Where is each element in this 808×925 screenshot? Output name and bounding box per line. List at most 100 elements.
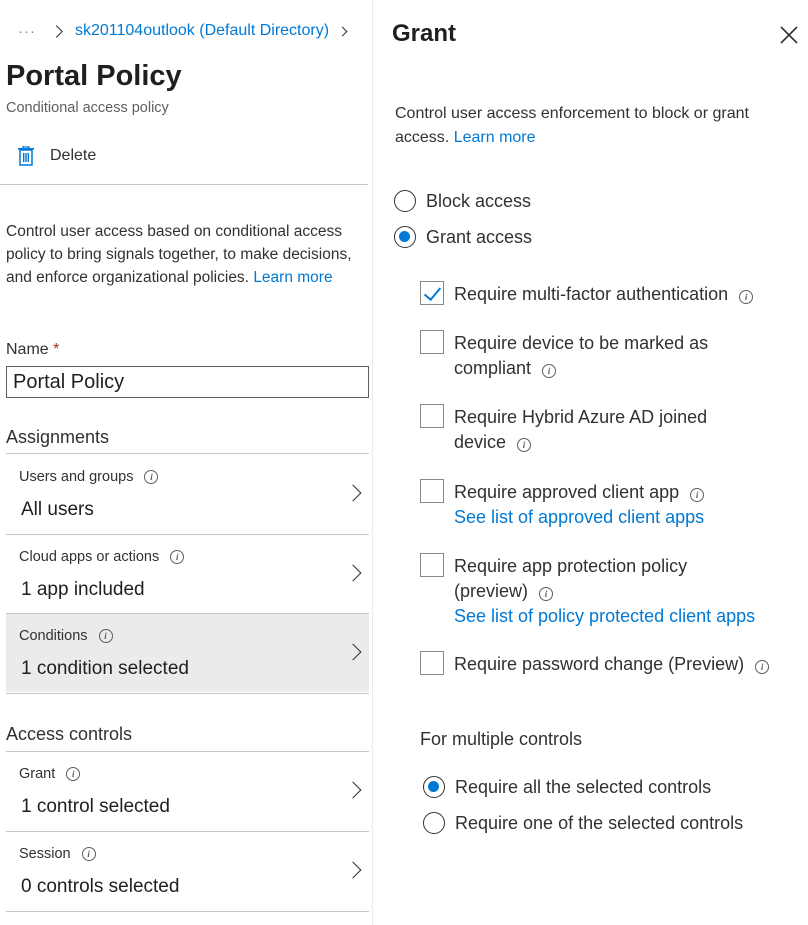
control-text: Require approved client app i See list of … xyxy=(454,480,799,530)
info-icon[interactable]: i xyxy=(690,488,705,502)
approved-client-app-checkbox[interactable] xyxy=(420,479,444,503)
control-app-protection-policy[interactable]: Require app protection policy (preview) i… xyxy=(420,553,800,629)
divider xyxy=(6,911,369,912)
control-password-change[interactable]: Require password change (Preview) i xyxy=(420,651,800,681)
approved-client-apps-link[interactable]: See list of approved client apps xyxy=(454,505,799,530)
control-text: Require password change (Preview) i xyxy=(454,652,799,677)
breadcrumb-directory-link[interactable]: sk201104outlook (Default Directory) xyxy=(75,22,329,40)
grant-access-radio[interactable] xyxy=(394,226,416,248)
trash-icon xyxy=(18,146,34,166)
compliant-device-checkbox[interactable] xyxy=(420,330,444,354)
row-label-text: Users and groups xyxy=(19,469,134,485)
grant-access-label: Grant access xyxy=(426,226,533,247)
delete-label: Delete xyxy=(50,147,97,164)
block-access-label: Block access xyxy=(426,190,532,211)
require-all-label: Require all the selected controls xyxy=(455,776,712,797)
control-hybrid-azure-ad[interactable]: Require Hybrid Azure AD joined device i xyxy=(420,404,800,456)
breadcrumb: ··· sk201104outlook (Default Directory) xyxy=(18,22,348,40)
cloud-apps-row[interactable]: Cloud apps or actions i 1 app included xyxy=(6,535,369,613)
row-label: Session i xyxy=(19,846,96,862)
divider xyxy=(6,693,369,694)
chevron-right-icon xyxy=(344,564,362,582)
info-icon[interactable]: i xyxy=(81,847,96,861)
divider xyxy=(0,184,368,185)
policy-blade: ··· sk201104outlook (Default Directory) … xyxy=(0,0,372,925)
users-and-groups-row[interactable]: Users and groups i All users xyxy=(6,455,369,533)
require-one-option[interactable]: Require one of the selected controls xyxy=(423,812,743,834)
app-protection-policy-checkbox[interactable] xyxy=(420,553,444,577)
policy-protected-apps-link[interactable]: See list of policy protected client apps xyxy=(454,604,755,629)
chevron-right-icon xyxy=(344,781,362,799)
block-access-option[interactable]: Block access xyxy=(394,190,531,212)
password-change-checkbox[interactable] xyxy=(420,651,444,675)
control-text: Require device to be marked as compliant… xyxy=(454,331,744,381)
grant-blade: Grant Control user access enforcement to… xyxy=(373,0,808,925)
row-value: 1 app included xyxy=(21,579,145,600)
control-mfa[interactable]: Require multi-factor authentication i xyxy=(420,281,800,311)
session-row[interactable]: Session i 0 controls selected xyxy=(6,832,369,910)
row-value: All users xyxy=(21,499,94,520)
block-access-radio[interactable] xyxy=(394,190,416,212)
grant-description-text: Control user access enforcement to block… xyxy=(395,105,749,146)
row-label-text: Conditions xyxy=(19,628,88,644)
row-label-text: Cloud apps or actions xyxy=(19,549,160,565)
require-one-radio[interactable] xyxy=(423,812,445,834)
row-label-text: Grant xyxy=(19,766,56,782)
name-label: Name * xyxy=(6,341,59,359)
require-all-radio[interactable] xyxy=(423,776,445,798)
control-label: Require approved client app xyxy=(454,482,680,502)
control-label: Require password change (Preview) xyxy=(454,654,745,674)
info-icon[interactable]: i xyxy=(144,470,159,484)
delete-button[interactable]: Delete xyxy=(18,146,96,166)
page-subtitle: Conditional access policy xyxy=(6,100,169,116)
row-value: 1 condition selected xyxy=(21,658,189,679)
row-label: Users and groups i xyxy=(19,469,159,485)
control-text: Require multi-factor authentication i xyxy=(454,282,799,307)
chevron-right-icon xyxy=(344,643,362,661)
row-label: Cloud apps or actions i xyxy=(19,549,185,565)
grant-access-option[interactable]: Grant access xyxy=(394,226,532,248)
chevron-right-icon xyxy=(50,24,63,38)
control-text: Require Hybrid Azure AD joined device i xyxy=(454,405,744,455)
grant-description: Control user access enforcement to block… xyxy=(395,102,775,150)
info-icon[interactable]: i xyxy=(539,587,554,601)
control-label: Require multi-factor authentication xyxy=(454,284,729,304)
hybrid-azure-ad-checkbox[interactable] xyxy=(420,404,444,428)
row-label: Grant i xyxy=(19,766,81,782)
control-label: Require app protection policy (preview) xyxy=(454,556,688,601)
control-text: Require app protection policy (preview) i… xyxy=(454,554,755,629)
chevron-right-icon xyxy=(344,484,362,502)
conditions-row[interactable]: Conditions i 1 condition selected xyxy=(6,614,369,692)
row-label-text: Session xyxy=(19,846,71,862)
require-all-option[interactable]: Require all the selected controls xyxy=(423,776,711,798)
info-icon[interactable]: i xyxy=(517,438,532,452)
info-icon[interactable]: i xyxy=(739,290,754,304)
name-field[interactable] xyxy=(6,366,369,398)
control-label: Require Hybrid Azure AD joined device xyxy=(454,407,708,452)
mfa-checkbox[interactable] xyxy=(420,281,444,305)
page-title: Portal Policy xyxy=(6,60,182,92)
assignments-heading: Assignments xyxy=(6,427,110,447)
grant-learn-more-link[interactable]: Learn more xyxy=(454,129,536,146)
close-icon[interactable] xyxy=(780,26,798,44)
grant-title: Grant xyxy=(392,20,457,47)
learn-more-link[interactable]: Learn more xyxy=(253,269,332,286)
row-value: 1 control selected xyxy=(21,796,170,817)
control-approved-client-app[interactable]: Require approved client app i See list of … xyxy=(420,479,800,531)
chevron-right-icon xyxy=(344,861,362,879)
name-label-text: Name xyxy=(6,341,49,358)
info-icon[interactable]: i xyxy=(170,550,185,564)
control-compliant-device[interactable]: Require device to be marked as compliant… xyxy=(420,330,800,382)
grant-row[interactable]: Grant i 1 control selected xyxy=(6,752,369,830)
info-icon[interactable]: i xyxy=(755,660,770,674)
info-icon[interactable]: i xyxy=(66,767,81,781)
info-icon[interactable]: i xyxy=(542,364,557,378)
required-marker: * xyxy=(53,341,60,358)
require-one-label: Require one of the selected controls xyxy=(455,812,744,833)
breadcrumb-ellipsis[interactable]: ··· xyxy=(18,23,36,40)
multiple-controls-label: For multiple controls xyxy=(420,729,583,749)
access-controls-heading: Access controls xyxy=(6,724,133,744)
info-icon[interactable]: i xyxy=(98,629,113,643)
control-label: Require device to be marked as compliant xyxy=(454,333,709,378)
chevron-right-icon xyxy=(337,26,348,36)
